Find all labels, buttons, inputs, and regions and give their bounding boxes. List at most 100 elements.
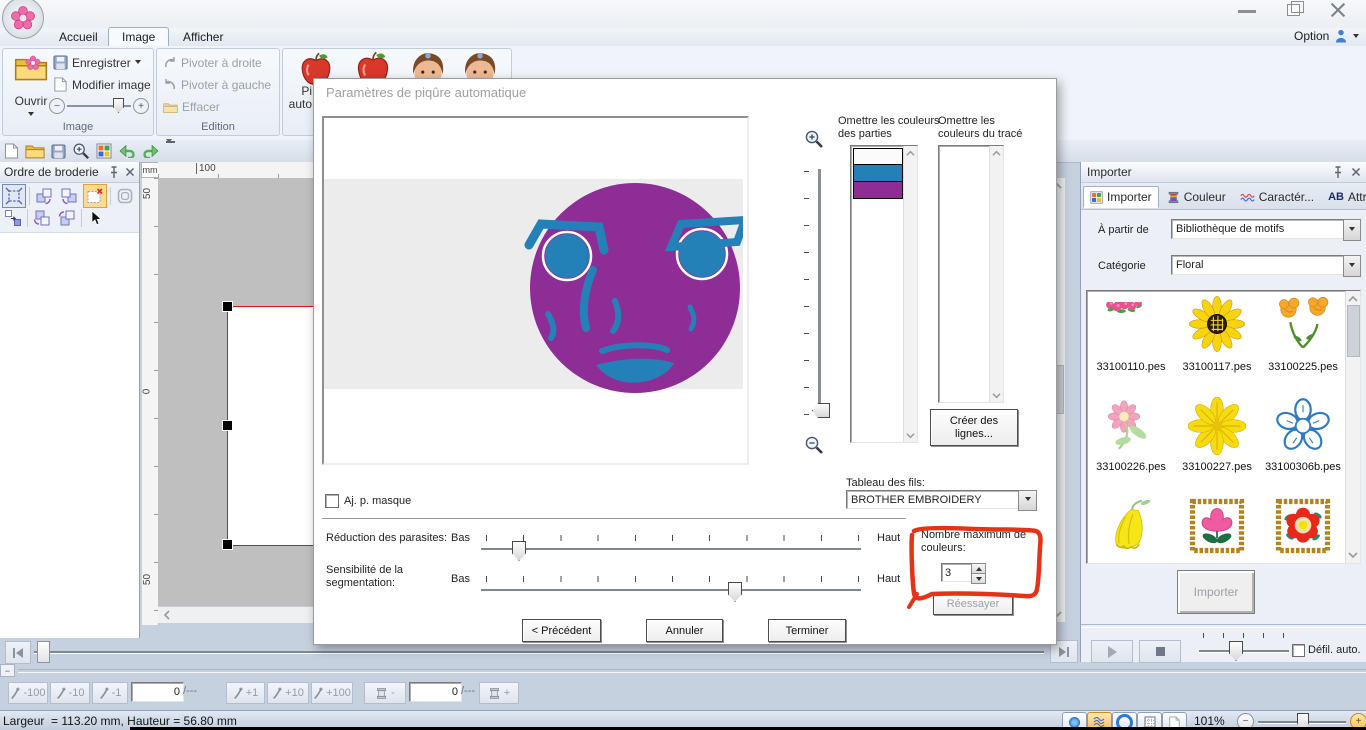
zoom-tool-icon[interactable] [72, 142, 90, 160]
scroll-up-icon[interactable] [1348, 295, 1358, 303]
stitch-minus-10-button[interactable]: -10 [50, 682, 90, 704]
stitch-progress-track[interactable] [34, 651, 1044, 653]
category-dropdown[interactable]: Floral [1171, 255, 1353, 275]
move-backward-button[interactable] [58, 185, 80, 207]
part-color-item[interactable] [853, 164, 903, 182]
mask-checkbox[interactable] [325, 494, 339, 508]
stitch-minus-100-button[interactable]: -100 [8, 682, 48, 704]
zoom-in-magnifier-icon[interactable] [804, 129, 824, 149]
selection-handle[interactable] [222, 420, 233, 431]
density-handle[interactable] [113, 98, 124, 113]
scroll-up-icon[interactable] [906, 150, 915, 157]
close-button[interactable] [1330, 2, 1346, 18]
color-number-field[interactable]: 0 [409, 682, 462, 702]
retry-button[interactable]: Réessayer [933, 593, 1013, 615]
preview-zoom-track[interactable] [818, 169, 821, 414]
finish-button[interactable]: Terminer [768, 619, 846, 642]
scroll-down-icon[interactable] [906, 432, 915, 439]
stitch-number-field[interactable]: 0 [131, 682, 184, 702]
open-button[interactable]: Ouvrir [9, 53, 53, 117]
design-settings-icon[interactable] [96, 143, 112, 159]
zoom-out-magnifier-icon[interactable] [804, 435, 824, 455]
from-dropdown[interactable]: Bibliothèque de motifs [1171, 219, 1353, 239]
option-menu[interactable]: Option [1294, 29, 1359, 43]
save-button[interactable]: Enregistrer [53, 55, 141, 70]
image-density-slider[interactable]: − + [49, 97, 149, 115]
motif-list-scrollbar[interactable] [1345, 291, 1360, 563]
part-color-item[interactable] [853, 181, 903, 199]
scroll-left-icon[interactable] [162, 610, 172, 620]
preview-zoom-handle[interactable] [812, 403, 830, 418]
noise-slider-track[interactable] [481, 548, 861, 550]
fit-selection-button[interactable] [2, 184, 26, 208]
motif-item[interactable] [1261, 293, 1345, 355]
color-minus-button[interactable]: - [364, 682, 406, 704]
density-minus-icon[interactable]: − [49, 98, 65, 114]
motif-item[interactable] [1261, 495, 1345, 557]
density-plus-icon[interactable]: + [133, 98, 149, 114]
part-colors-scrollbar[interactable] [903, 146, 917, 442]
thread-chart-dropdown[interactable]: BROTHER EMBROIDERY [846, 490, 1028, 509]
density-track[interactable] [67, 105, 131, 107]
modify-image-button[interactable]: Modifier image [53, 77, 151, 92]
panel-close-icon[interactable] [1351, 167, 1361, 177]
outline-colors-scrollbar[interactable] [989, 146, 1003, 402]
scroll-down-icon[interactable] [1348, 551, 1358, 559]
tab-afficher[interactable]: Afficher [170, 28, 236, 46]
scroll-down-icon[interactable] [992, 392, 1001, 399]
speed-slider-track[interactable] [1199, 650, 1289, 652]
selection-handle[interactable] [222, 539, 233, 550]
motif-item[interactable] [1175, 395, 1259, 457]
stitch-plus-10-button[interactable]: +10 [267, 682, 309, 704]
link-order-button[interactable] [2, 207, 24, 229]
motif-item[interactable] [1175, 293, 1259, 355]
select-cursor-icon[interactable] [85, 207, 107, 229]
panel-close-icon[interactable] [125, 167, 135, 177]
stitch-progress-thumb[interactable] [37, 641, 50, 663]
tab-caracteristiques[interactable]: Caractér... [1234, 187, 1320, 207]
rotate-left-button[interactable]: Pivoter à gauche [163, 78, 271, 92]
color-plus-button[interactable]: + [479, 682, 519, 704]
tab-couleur[interactable]: Couleur [1161, 187, 1232, 207]
speed-slider-handle[interactable] [1229, 641, 1243, 661]
open-file-icon[interactable] [25, 143, 45, 159]
cancel-button[interactable]: Annuler [646, 619, 723, 642]
ruler-unit-box[interactable]: mm [141, 162, 159, 178]
save-file-icon[interactable] [51, 144, 66, 159]
new-document-icon[interactable] [4, 143, 19, 159]
rotate-right-button[interactable]: Pivoter à droite [163, 56, 262, 70]
back-button[interactable]: < Précédent [522, 619, 601, 642]
stop-button[interactable] [1139, 640, 1181, 663]
motif-item[interactable] [1089, 397, 1173, 457]
spin-up-button[interactable] [971, 563, 986, 574]
import-button[interactable]: Importer [1177, 570, 1255, 614]
redo-icon[interactable] [142, 144, 160, 158]
go-to-start-button[interactable] [5, 641, 31, 664]
motif-item[interactable] [1261, 395, 1345, 457]
motif-item[interactable] [1089, 495, 1173, 557]
rotate-order-backward-button[interactable] [56, 207, 78, 229]
toolbar-options-icon[interactable] [166, 141, 175, 157]
motif-item[interactable] [1089, 297, 1173, 353]
autoscroll-checkbox[interactable] [1292, 644, 1305, 657]
play-button[interactable] [1091, 640, 1133, 663]
undo-icon[interactable] [118, 144, 136, 158]
segmentation-slider-handle[interactable] [728, 582, 742, 602]
segmentation-slider-track[interactable] [481, 589, 861, 591]
hoop-button[interactable] [114, 185, 136, 207]
move-forward-button[interactable] [33, 185, 55, 207]
scroll-thumb[interactable] [1347, 305, 1360, 357]
stitch-plus-1-button[interactable]: +1 [226, 682, 265, 704]
erase-button[interactable]: Effacer [163, 100, 220, 114]
thread-chart-dropdown-arrow[interactable] [1018, 490, 1037, 511]
from-dropdown-arrow[interactable] [1343, 219, 1361, 241]
tab-importer[interactable]: Importer [1083, 186, 1159, 208]
part-color-item[interactable] [853, 148, 903, 165]
pin-icon[interactable] [1333, 166, 1343, 179]
scroll-up-icon[interactable] [992, 150, 1001, 157]
dialog-titlebar[interactable]: Paramètres de piqûre automatique [314, 79, 1056, 105]
spin-down-button[interactable] [971, 574, 986, 584]
delete-selection-button[interactable] [83, 184, 107, 208]
create-lines-button[interactable]: Créer des lignes... [930, 409, 1018, 446]
stitch-minus-1-button[interactable]: -1 [92, 682, 128, 704]
